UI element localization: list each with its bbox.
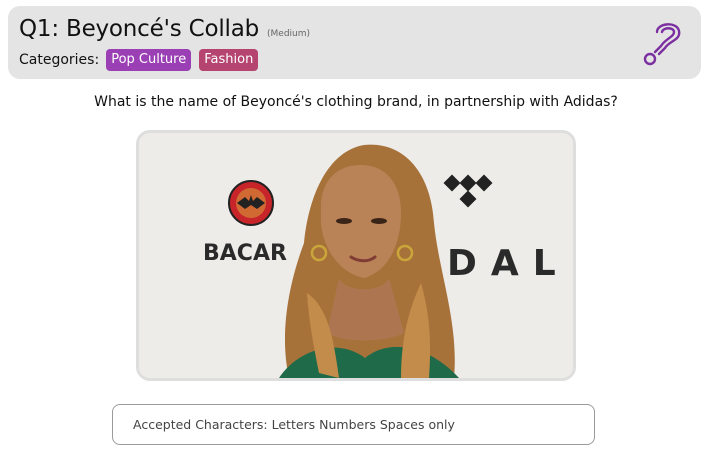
answer-input[interactable]: [112, 404, 595, 445]
question-mark-icon[interactable]: [641, 18, 687, 66]
question-image: BACAR DAL: [136, 130, 576, 381]
question-text: What is the name of Beyoncé's clothing b…: [94, 94, 618, 110]
backdrop-logo-bat-icon: [228, 180, 274, 226]
backdrop-text-left: BACAR: [203, 241, 287, 266]
categories-label: Categories:: [19, 52, 100, 68]
difficulty-label: (Medium): [267, 29, 311, 39]
categories-row: Categories: Pop Culture Fashion: [19, 49, 266, 71]
backdrop-text-right: DAL: [447, 243, 570, 284]
question-title: Q1: Beyoncé's Collab: [19, 16, 260, 42]
question-header: Q1: Beyoncé's Collab (Medium) Categories…: [8, 6, 701, 79]
category-badge-fashion: Fashion: [199, 49, 259, 71]
title-row: Q1: Beyoncé's Collab (Medium): [19, 16, 310, 42]
category-badge-pop-culture: Pop Culture: [106, 49, 192, 71]
